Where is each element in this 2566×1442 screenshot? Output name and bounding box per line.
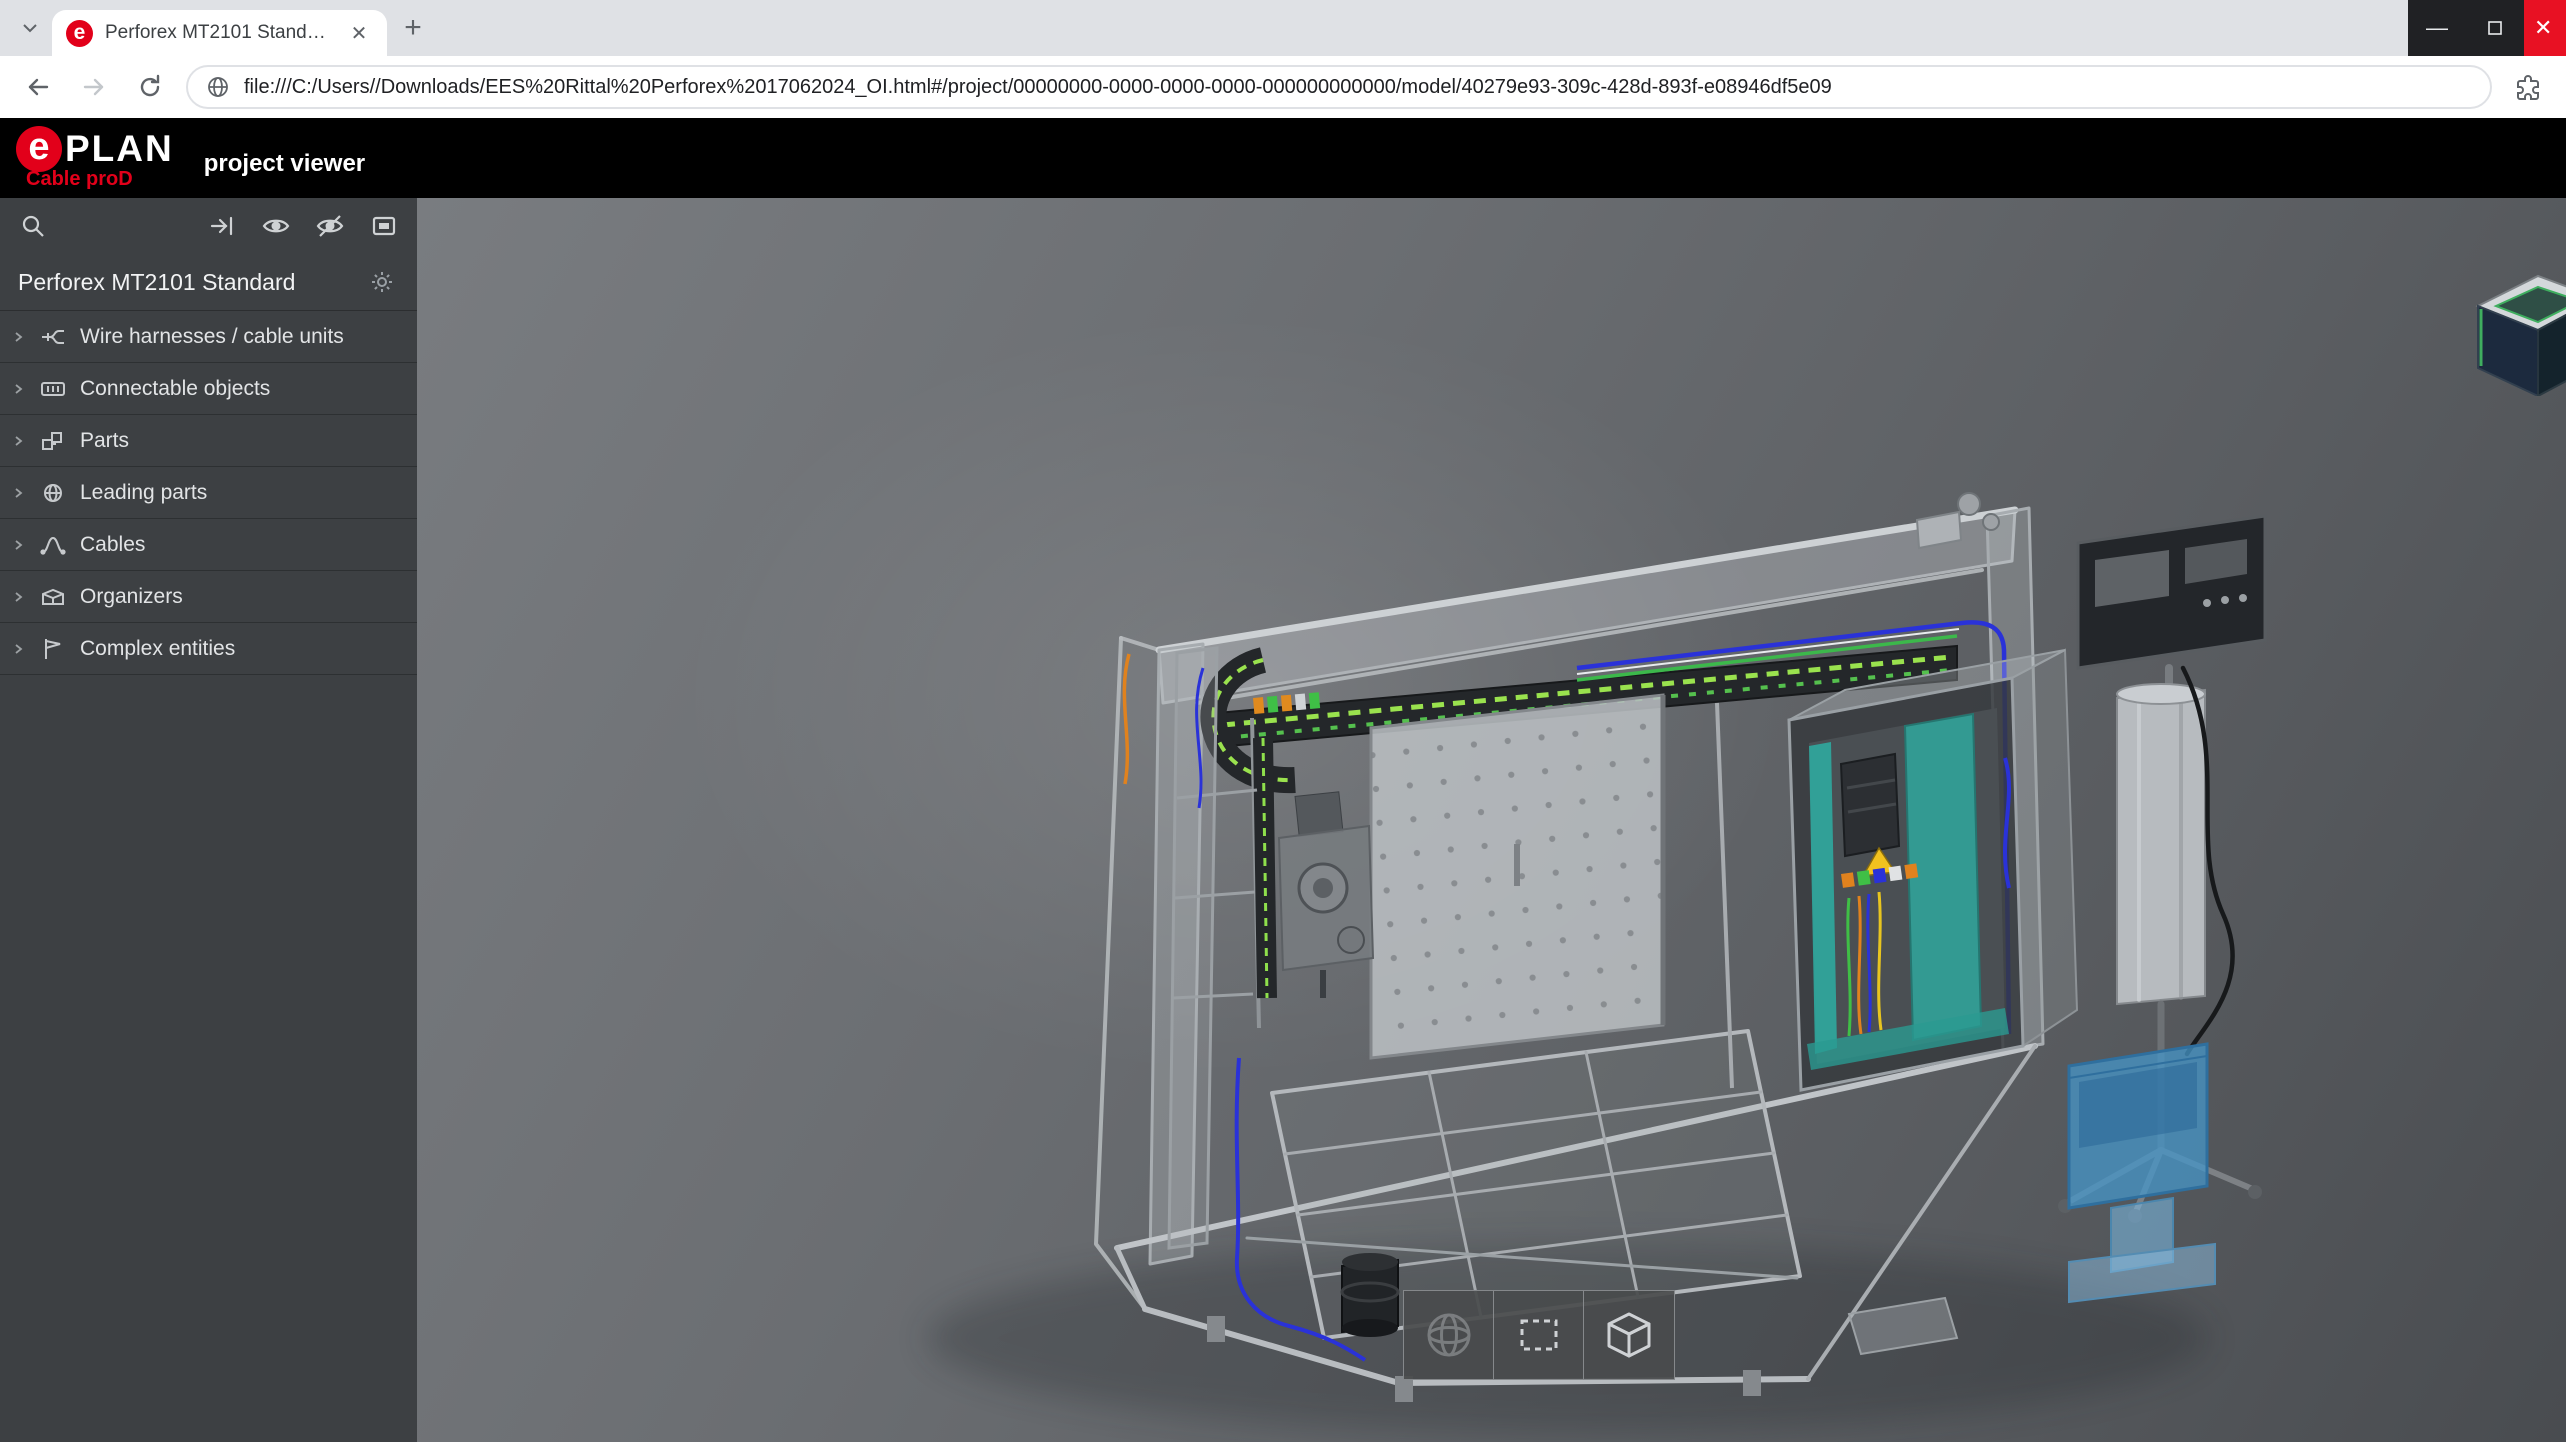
sidebar-item-wire-harnesses[interactable]: Wire harnesses / cable units (0, 311, 417, 363)
3d-model-machine[interactable] (417, 198, 2566, 1442)
search-icon[interactable] (16, 209, 50, 243)
window-maximize-button[interactable] (2466, 0, 2524, 56)
sidebar-item-complex-entities[interactable]: Complex entities (0, 623, 417, 675)
expand-chevron-icon[interactable] (10, 383, 26, 395)
sidebar-item-connectable-objects[interactable]: Connectable objects (0, 363, 417, 415)
sidebar-item-label: Complex entities (80, 637, 235, 661)
new-tab-button[interactable]: + (393, 8, 433, 48)
sidebar-item-leading-parts[interactable]: Leading parts (0, 467, 417, 519)
control-cabinet (1717, 650, 2077, 1090)
complex-entities-icon (38, 634, 68, 664)
back-icon[interactable] (18, 67, 58, 107)
browser-tab-active[interactable]: e Perforex MT2101 Standard ✕ (52, 10, 387, 56)
gear-icon[interactable] (365, 265, 399, 299)
window-close-button[interactable]: ✕ (2524, 0, 2566, 56)
browser-toolbar: file:///C:/Users//Downloads/EES%20Rittal… (0, 56, 2566, 118)
sidebar-item-label: Wire harnesses / cable units (80, 325, 344, 349)
expand-chevron-icon[interactable] (10, 487, 26, 499)
sidebar-item-label: Leading parts (80, 481, 207, 505)
project-title-row[interactable]: Perforex MT2101 Standard (0, 254, 417, 311)
eplan-logo-icon: e (16, 126, 62, 172)
cables-icon (38, 530, 68, 560)
show-eye-icon[interactable] (259, 209, 293, 243)
fit-view-icon[interactable] (367, 209, 401, 243)
tab-search-chevron-icon[interactable] (10, 8, 50, 48)
expand-chevron-icon[interactable] (10, 331, 26, 343)
expand-chevron-icon[interactable] (10, 643, 26, 655)
expand-chevron-icon[interactable] (10, 539, 26, 551)
app-header: e PLAN Cable proD project viewer (0, 118, 2566, 198)
cube-icon (1602, 1308, 1656, 1362)
organizers-icon (38, 582, 68, 612)
app-title: project viewer (204, 150, 365, 178)
main-area: Perforex MT2101 Standard Wire harnesses … (0, 198, 2566, 1442)
expand-chevron-icon[interactable] (10, 591, 26, 603)
url-text: file:///C:/Users//Downloads/EES%20Rittal… (244, 76, 1832, 99)
url-bar[interactable]: file:///C:/Users//Downloads/EES%20Rittal… (186, 65, 2492, 109)
sidebar-item-label: Parts (80, 429, 129, 453)
sidebar-item-parts[interactable]: Parts (0, 415, 417, 467)
project-structure-panel: Perforex MT2101 Standard Wire harnesses … (0, 198, 417, 1442)
connectable-objects-icon (38, 374, 68, 404)
parts-icon (38, 426, 68, 456)
reload-icon[interactable] (130, 67, 170, 107)
blue-bin (2069, 1044, 2215, 1302)
project-title: Perforex MT2101 Standard (18, 269, 365, 296)
viewport-toolbar (1403, 1290, 1675, 1380)
expand-chevron-icon[interactable] (10, 435, 26, 447)
box-select-icon (1516, 1312, 1562, 1358)
tab-close-icon[interactable]: ✕ (345, 19, 373, 47)
view-cube[interactable] (2474, 256, 2566, 396)
sidebar-item-organizers[interactable]: Organizers (0, 571, 417, 623)
tab-title: Perforex MT2101 Standard (105, 22, 333, 44)
sidebar-item-label: Cables (80, 533, 145, 557)
leading-parts-icon (38, 478, 68, 508)
sidebar-item-label: Organizers (80, 585, 183, 609)
forward-icon[interactable] (74, 67, 114, 107)
orbit-button[interactable] (1404, 1291, 1494, 1379)
3d-viewport[interactable] (417, 198, 2566, 1442)
mounting-plate (1371, 695, 1663, 1058)
orbit-icon (1423, 1309, 1475, 1361)
logo-text: PLAN (65, 128, 174, 170)
isometric-view-button[interactable] (1584, 1291, 1674, 1379)
eplan-favicon: e (66, 20, 93, 47)
site-info-icon[interactable] (206, 75, 230, 99)
sidebar-item-cables[interactable]: Cables (0, 519, 417, 571)
eplan-logo: e PLAN Cable proD (16, 126, 174, 191)
logo-subtitle: Cable proD (26, 168, 133, 191)
hide-eye-slash-icon[interactable] (313, 209, 347, 243)
wire-harness-icon (38, 322, 68, 352)
sidebar-toolbar (0, 198, 417, 254)
window-minimize-button[interactable]: — (2408, 0, 2466, 56)
extensions-icon[interactable] (2508, 67, 2548, 107)
box-select-button[interactable] (1494, 1291, 1584, 1379)
sidebar-item-label: Connectable objects (80, 377, 270, 401)
window-controls: — ✕ (2408, 0, 2566, 56)
browser-tabstrip: e Perforex MT2101 Standard ✕ + — ✕ (0, 0, 2566, 56)
collapse-all-icon[interactable] (205, 209, 239, 243)
